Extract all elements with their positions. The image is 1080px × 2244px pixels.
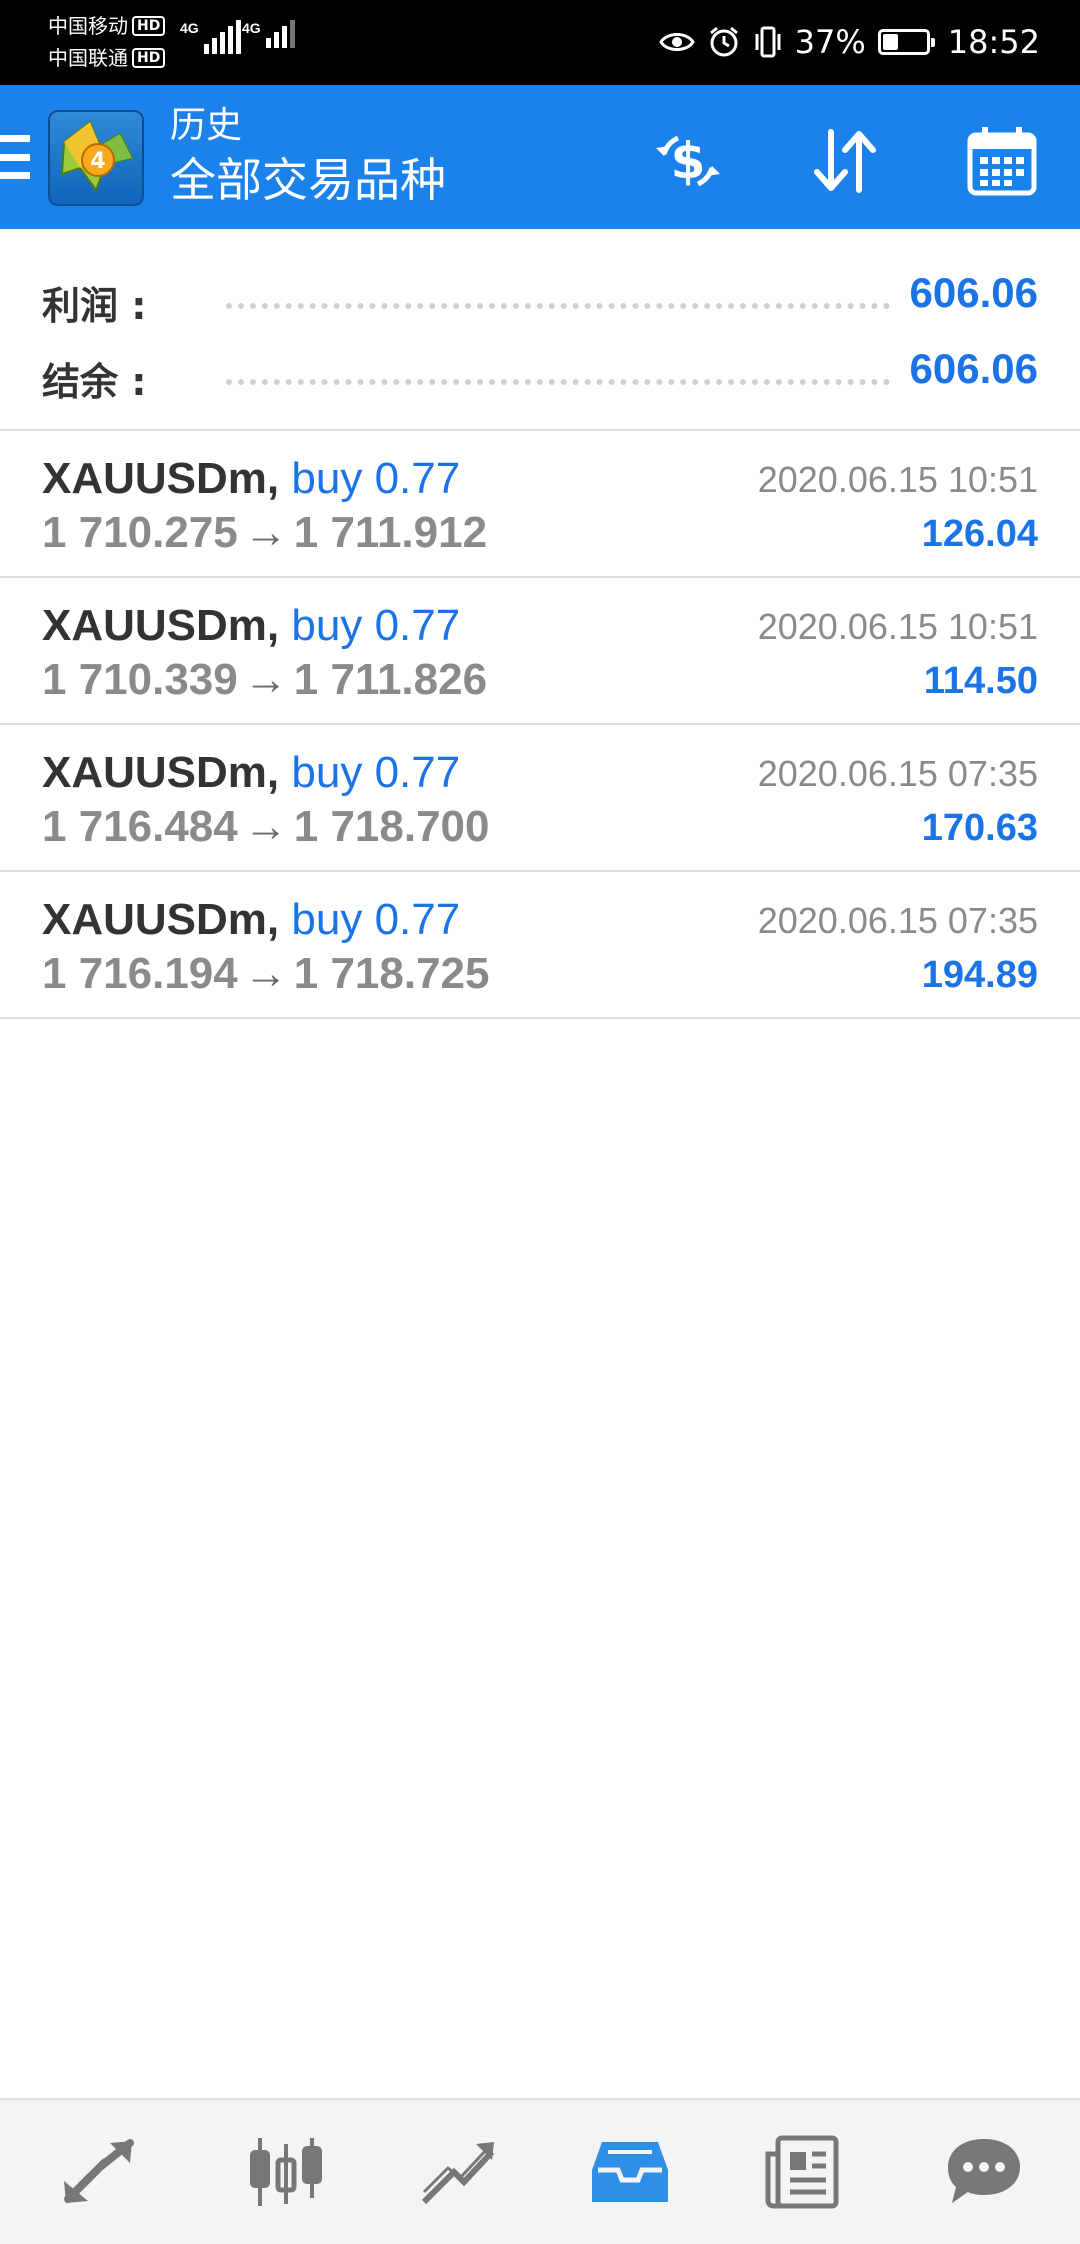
trade-row[interactable]: XAUUSDm, buy 0.77 1 716.194 → 1 718.725 20…	[0, 872, 1080, 1019]
trade-row[interactable]: XAUUSDm, buy 0.77 1 710.275 → 1 711.912 20…	[0, 431, 1080, 578]
trade-side: buy	[291, 895, 363, 944]
trade-time: 2020.06.15 07:35	[757, 753, 1038, 794]
network-type-2: 4G	[242, 20, 261, 36]
vibrate-icon	[755, 26, 781, 58]
hd-badge: HD	[132, 16, 166, 36]
calendar-icon[interactable]	[962, 121, 1042, 201]
trade-side: buy	[291, 454, 363, 503]
trade-volume: 0.77	[374, 601, 461, 650]
close-price: 1 718.700	[293, 802, 490, 851]
close-price: 1 711.912	[293, 508, 488, 557]
trade-title: XAUUSDm, buy 0.77	[42, 598, 460, 654]
close-price: 1 718.725	[293, 949, 490, 998]
trade-volume: 0.77	[374, 895, 461, 944]
trade-prices: 1 710.339 → 1 711.826	[42, 652, 487, 708]
screen-title: 历史	[170, 105, 243, 146]
trade-row[interactable]: XAUUSDm, buy 0.77 1 716.484 → 1 718.700 20…	[0, 725, 1080, 872]
balance-row: 结余 : 606.06	[0, 343, 1080, 404]
title-block: 历史 全部交易品种	[170, 103, 446, 211]
status-bar: 中国移动 HD 中国联通 HD 4G 4G 37% 18:52	[0, 0, 1080, 85]
trade-profit: 126.04	[921, 513, 1038, 555]
trade-prices: 1 716.484 → 1 718.700	[42, 799, 490, 855]
trade-symbol: XAUUSDm,	[42, 895, 280, 944]
app-bar: 4 历史 全部交易品种 $	[0, 85, 1080, 229]
trade-time: 2020.06.15 07:35	[757, 900, 1038, 941]
trade-time: 2020.06.15 10:51	[757, 459, 1038, 500]
signal-icon: 4G	[242, 20, 295, 48]
trade-title: XAUUSDm, buy 0.77	[42, 892, 460, 948]
status-right: 37% 18:52	[658, 18, 1040, 66]
chat-icon	[948, 2139, 1020, 2203]
arrow-right-icon: →	[243, 949, 288, 998]
history-icon	[592, 2142, 668, 2202]
quotes-icon	[250, 2138, 322, 2206]
arrow-right-icon: →	[243, 508, 288, 557]
dotted-leader	[226, 303, 890, 309]
trade-profit: 170.63	[921, 807, 1038, 849]
profit-value: 606.06	[909, 269, 1038, 316]
summary-panel: 利润 : 606.06 结余 : 606.06	[0, 229, 1080, 431]
trade-prices: 1 716.194 → 1 718.725	[42, 946, 490, 1002]
trade-symbol: XAUUSDm,	[42, 748, 280, 797]
open-price: 1 710.339	[42, 655, 238, 704]
trade-time: 2020.06.15 10:51	[757, 606, 1038, 647]
trade-side: buy	[291, 601, 363, 650]
trade-symbol: XAUUSDm,	[42, 601, 280, 650]
hd-badge: HD	[132, 48, 166, 68]
news-icon	[765, 2135, 839, 2209]
battery-icon	[877, 29, 935, 55]
menu-icon[interactable]	[0, 135, 30, 179]
trade-volume: 0.77	[374, 748, 461, 797]
metatrader-logo-icon[interactable]: 4	[48, 110, 144, 206]
dotted-leader	[226, 379, 890, 385]
nav-quotes[interactable]	[200, 2100, 372, 2244]
symbol-filter[interactable]: 全部交易品种	[170, 149, 446, 211]
arrow-right-icon: →	[243, 655, 288, 704]
trade-prices: 1 710.275 → 1 711.912	[42, 505, 487, 561]
balance-value: 606.06	[909, 345, 1038, 392]
bottom-navigation	[0, 2098, 1080, 2244]
profit-row: 利润 : 606.06	[0, 267, 1080, 328]
chart-icon	[421, 2142, 495, 2205]
nav-news[interactable]	[716, 2100, 888, 2244]
alarm-icon	[709, 26, 738, 57]
nav-history[interactable]	[544, 2100, 716, 2244]
clock: 18:52	[947, 23, 1040, 61]
sort-icon[interactable]	[805, 121, 885, 201]
trade-history-list: XAUUSDm, buy 0.77 1 710.275 → 1 711.912 20…	[0, 431, 1080, 1019]
trade-profit: 194.89	[921, 954, 1038, 996]
eye-icon	[658, 33, 695, 51]
carrier-1-name: 中国移动	[48, 14, 128, 38]
currency-exchange-icon[interactable]: $	[648, 121, 728, 201]
trade-row[interactable]: XAUUSDm, buy 0.77 1 710.339 → 1 711.826 20…	[0, 578, 1080, 725]
trade-profit: 114.50	[923, 660, 1038, 702]
open-price: 1 716.194	[42, 949, 238, 998]
trade-title: XAUUSDm, buy 0.77	[42, 745, 460, 801]
trade-title: XAUUSDm, buy 0.77	[42, 451, 460, 507]
nav-chart[interactable]	[372, 2100, 544, 2244]
carrier-info: 中国移动 HD 中国联通 HD	[48, 10, 166, 74]
trade-symbol: XAUUSDm,	[42, 454, 280, 503]
arrow-right-icon: →	[243, 802, 288, 851]
trade-volume: 0.77	[374, 454, 461, 503]
close-price: 1 711.826	[293, 655, 488, 704]
signal-icon: 4G	[180, 20, 241, 54]
svg-text:4: 4	[90, 149, 105, 174]
carrier-2-name: 中国联通	[48, 46, 128, 70]
nav-messages[interactable]	[888, 2100, 1080, 2244]
network-type-1: 4G	[180, 20, 199, 36]
battery-percent: 37%	[794, 23, 866, 61]
profit-label: 利润 :	[42, 284, 147, 328]
open-price: 1 716.484	[42, 802, 238, 851]
nav-trade[interactable]	[0, 2100, 200, 2244]
open-price: 1 710.275	[42, 508, 238, 557]
trade-icon	[64, 2139, 134, 2203]
trade-side: buy	[291, 748, 363, 797]
balance-label: 结余 :	[42, 360, 147, 404]
